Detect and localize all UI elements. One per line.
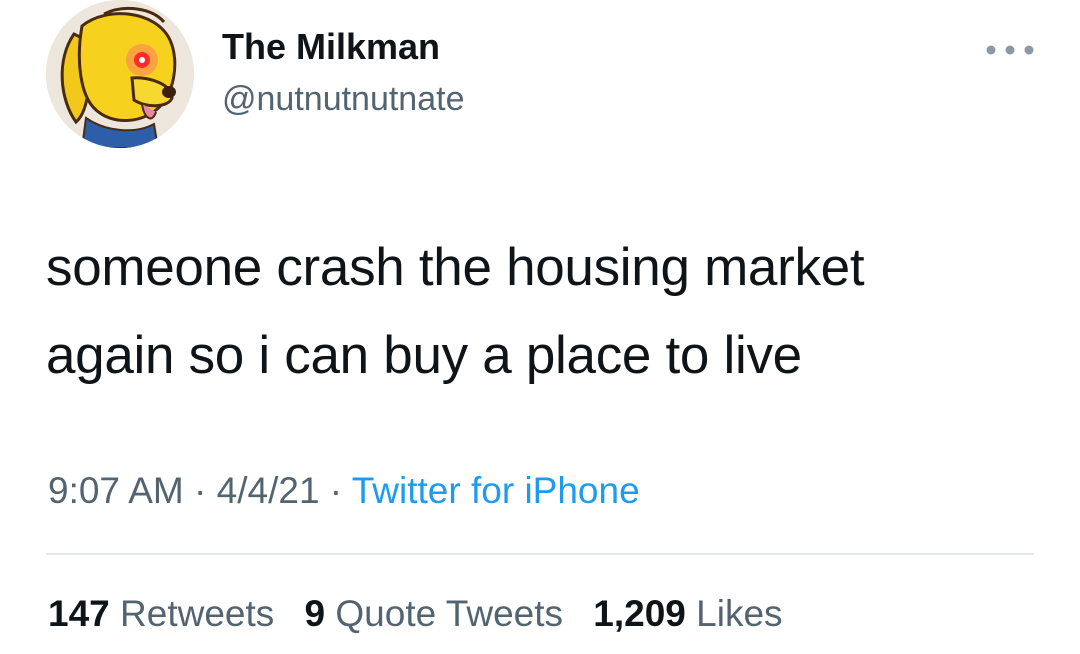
divider: [46, 553, 1034, 555]
author-handle[interactable]: @nutnutnutnate: [222, 80, 464, 119]
tweet-text: someone crash the housing market again s…: [46, 224, 1046, 400]
tweet-metadata: 9:07 AM · 4/4/21 · Twitter for iPhone: [48, 470, 640, 512]
tweet-time[interactable]: 9:07 AM: [48, 470, 184, 511]
meta-separator: ·: [183, 470, 217, 511]
quote-tweets-count: 9: [304, 593, 326, 634]
tweet-stats: 147 Retweets 9 Quote Tweets 1,209 Likes: [48, 593, 803, 635]
retweets-count: 147: [48, 593, 110, 634]
retweets-label: Retweets: [120, 593, 275, 634]
more-dots-icon: [986, 45, 1034, 55]
cartoon-dog-avatar-icon: [46, 0, 194, 148]
more-options-button[interactable]: [978, 30, 1042, 70]
avatar[interactable]: [46, 0, 194, 148]
likes-label: Likes: [696, 593, 783, 634]
tweet-date[interactable]: 4/4/21: [217, 470, 320, 511]
tweet-card: The Milkman @nutnutnutnate someone crash…: [0, 0, 1080, 654]
meta-separator: ·: [319, 470, 352, 511]
likes-stat[interactable]: 1,209 Likes: [593, 593, 782, 635]
tweet-text-line: someone crash the housing market: [46, 238, 865, 297]
likes-count: 1,209: [593, 593, 686, 634]
quote-tweets-stat[interactable]: 9 Quote Tweets: [305, 593, 563, 635]
tweet-text-line: again so i can buy a place to live: [46, 326, 802, 385]
author-display-name[interactable]: The Milkman: [222, 26, 440, 68]
quote-tweets-label: Quote Tweets: [335, 593, 564, 634]
retweets-stat[interactable]: 147 Retweets: [48, 593, 274, 635]
tweet-source-link[interactable]: Twitter for iPhone: [352, 470, 640, 511]
